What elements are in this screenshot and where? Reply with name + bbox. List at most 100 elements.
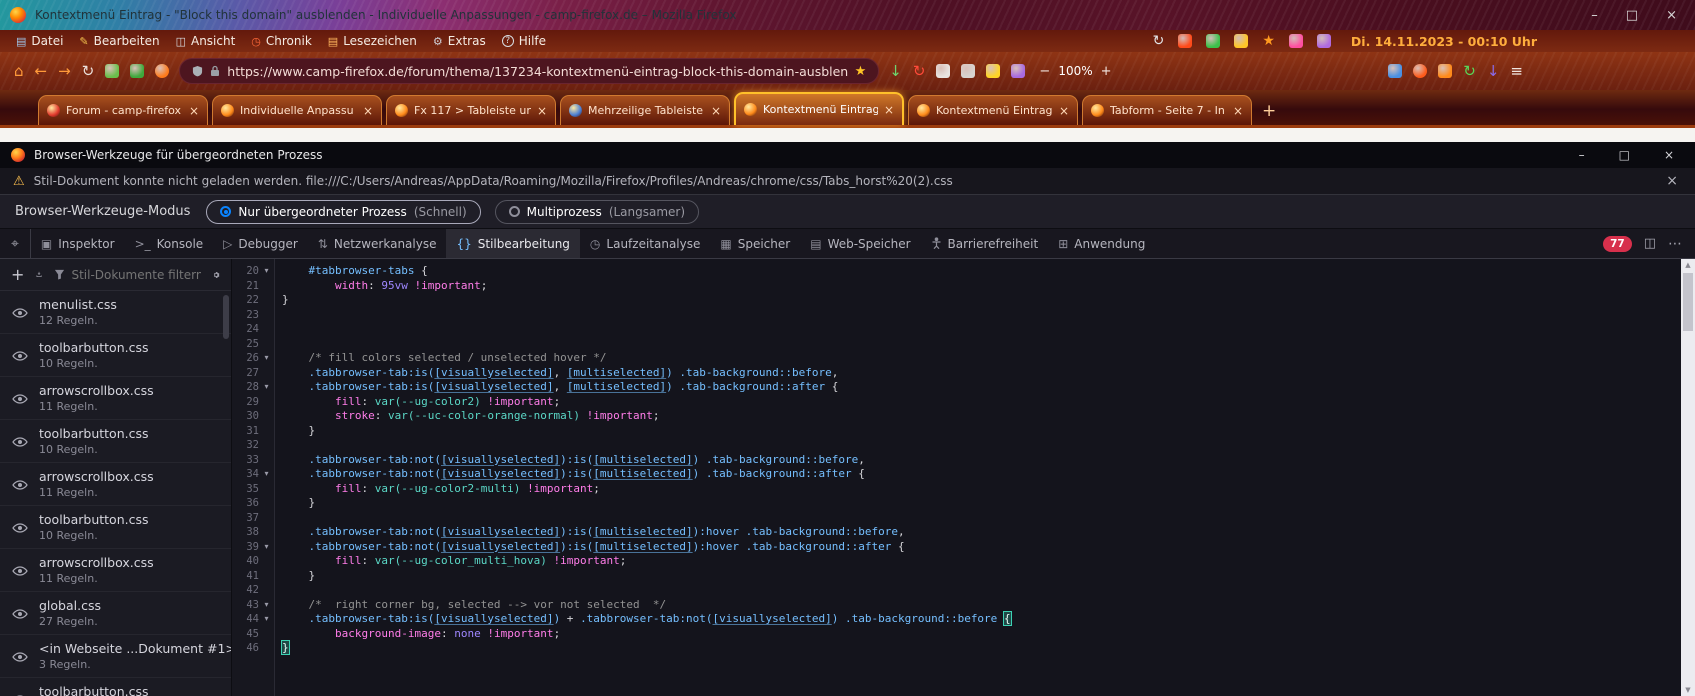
bookmark-star-icon[interactable]: ★	[855, 65, 867, 78]
fold-caret-icon[interactable]: ▾	[259, 540, 274, 555]
fold-caret-icon[interactable]: ▾	[259, 351, 274, 366]
code-text[interactable]: /* fill colors selected / unselected hov…	[274, 351, 607, 366]
stylesheet-item[interactable]: toolbarbutton.css10 Regeln.	[0, 334, 231, 377]
code-text[interactable]: fill: var(--ug-color_multi_hova) !import…	[274, 554, 626, 569]
visibility-eye-icon[interactable]	[12, 346, 28, 365]
line-number[interactable]: 28	[232, 380, 259, 395]
toolbox-close-button[interactable]: ×	[1664, 148, 1674, 162]
back-icon[interactable]: ←	[35, 64, 48, 79]
code-text[interactable]	[274, 322, 282, 337]
devtools-tab-konsole[interactable]: >_Konsole	[125, 229, 214, 258]
code-text[interactable]: fill: var(--ug-color2) !important;	[274, 395, 560, 410]
maximize-button[interactable]: □	[1626, 8, 1638, 23]
ratings-star-icon[interactable]: ★	[1262, 34, 1275, 48]
code-text[interactable]: background-image: none !important;	[274, 627, 560, 642]
code-text[interactable]: /* right corner bg, selected --> vor not…	[274, 598, 666, 613]
urlbar[interactable]: https://www.camp-firefox.de/forum/thema/…	[179, 58, 879, 84]
devtools-tab-anwendung[interactable]: ⊞Anwendung	[1048, 229, 1155, 258]
fold-caret-icon[interactable]: ▾	[259, 467, 274, 482]
code-text[interactable]: .tabbrowser-tab:not([visuallyselected]):…	[274, 467, 865, 482]
line-number[interactable]: 35	[232, 482, 259, 497]
tab-close-icon[interactable]: ×	[884, 103, 894, 117]
line-number[interactable]: 34	[232, 467, 259, 482]
code-text[interactable]: stroke: var(--uc-color-orange-normal) !i…	[274, 409, 660, 424]
code-text[interactable]	[274, 583, 282, 598]
stylesheet-item[interactable]: global.css27 Regeln.	[0, 592, 231, 635]
stylesheet-item[interactable]: toolbarbutton.css10 Regeln.	[0, 506, 231, 549]
container-fox-icon[interactable]	[155, 64, 169, 78]
code-text[interactable]: }	[274, 424, 315, 439]
fold-caret-icon[interactable]: ▾	[259, 380, 274, 395]
line-number[interactable]: 33	[232, 453, 259, 468]
code-editor[interactable]: 20 ▾ #tabbrowser-tabs { 21 width: 95vw !im…	[232, 259, 1695, 696]
fold-caret-icon[interactable]: ▾	[259, 612, 274, 627]
browser-tab[interactable]: Fx 117 > Tableiste unt×	[386, 95, 556, 125]
menu-extras[interactable]: ⚙Extras	[425, 34, 494, 48]
down-arrow-extension-icon[interactable]: ↓	[1487, 64, 1500, 79]
ublock-shield-icon[interactable]	[105, 64, 119, 78]
code-text[interactable]	[274, 337, 282, 352]
error-count-badge[interactable]: 77	[1603, 236, 1632, 252]
line-number[interactable]: 21	[232, 279, 259, 294]
editor-scrollbar-thumb[interactable]	[1683, 273, 1693, 331]
toolbox-minimize-button[interactable]: –	[1579, 148, 1585, 162]
stylesheet-item[interactable]: arrowscrollbox.css11 Regeln.	[0, 377, 231, 420]
users-icon[interactable]	[1317, 34, 1331, 48]
visibility-eye-icon[interactable]	[12, 475, 28, 494]
minimize-button[interactable]: –	[1591, 8, 1598, 23]
stylesheet-item[interactable]: toolbarbutton.css10 Regeln.	[0, 420, 231, 463]
editor-scrollbar[interactable]: ▲ ▼	[1681, 259, 1695, 696]
code-text[interactable]: .tabbrowser-tab:is([visuallyselected]) +…	[274, 612, 1011, 627]
devtools-tab-debugger[interactable]: ▷Debugger	[213, 229, 308, 258]
line-number[interactable]: 36	[232, 496, 259, 511]
code-text[interactable]: #tabbrowser-tabs {	[274, 264, 428, 279]
tab-close-icon[interactable]: ×	[1059, 104, 1069, 118]
refresh-extension-icon[interactable]: ↻	[1463, 64, 1476, 79]
close-button[interactable]: ×	[1666, 8, 1677, 23]
code-text[interactable]: }	[274, 293, 289, 308]
menu-chronik[interactable]: ◷Chronik	[243, 34, 320, 48]
zoom-in-button[interactable]: +	[1101, 64, 1112, 79]
devtools-tab-web-speicher[interactable]: ▤Web-Speicher	[800, 229, 920, 258]
stylesheet-item[interactable]: arrowscrollbox.css11 Regeln.	[0, 463, 231, 506]
visibility-eye-icon[interactable]	[12, 432, 28, 451]
home-icon[interactable]: ⌂	[14, 64, 24, 79]
pick-element-icon[interactable]: ⌖	[0, 229, 31, 258]
line-number[interactable]: 31	[232, 424, 259, 439]
code-text[interactable]: }	[274, 496, 315, 511]
line-number[interactable]: 20	[232, 264, 259, 279]
new-stylesheet-button[interactable]: +	[11, 267, 24, 283]
split-console-icon[interactable]: ◫	[1644, 236, 1656, 251]
visibility-eye-icon[interactable]	[12, 690, 28, 696]
code-text[interactable]: fill: var(--ug-color2-multi) !important;	[274, 482, 600, 497]
warning-close-icon[interactable]: ×	[1666, 173, 1682, 189]
tab-close-icon[interactable]: ×	[537, 104, 547, 118]
downloads-icon[interactable]: ↓	[889, 64, 902, 79]
menu-datei[interactable]: ▤Datei	[8, 34, 71, 48]
tracking-shield-icon[interactable]	[192, 65, 203, 77]
browser-tab[interactable]: Kontextmenü Eintrag×	[734, 92, 904, 125]
fold-caret-icon[interactable]: ▾	[259, 598, 274, 613]
code-text[interactable]: .tabbrowser-tab:not([visuallyselected]):…	[274, 525, 905, 540]
flame-extension-icon[interactable]	[1438, 64, 1452, 78]
visibility-eye-icon[interactable]	[12, 303, 28, 322]
mode-option-multiprozess[interactable]: Multiprozess(Langsamer)	[495, 200, 699, 224]
scroll-down-arrow-icon[interactable]: ▼	[1681, 684, 1695, 696]
line-number[interactable]: 30	[232, 409, 259, 424]
scroll-up-arrow-icon[interactable]: ▲	[1681, 259, 1695, 271]
visibility-eye-icon[interactable]	[12, 389, 28, 408]
code-text[interactable]: .tabbrowser-tab:is([visuallyselected], […	[274, 380, 838, 395]
save-page-icon[interactable]	[986, 64, 1000, 78]
line-number[interactable]: 37	[232, 511, 259, 526]
stylesheet-item[interactable]: menulist.css12 Regeln.	[0, 291, 231, 334]
tab-sync-icon[interactable]: ↻	[913, 64, 926, 79]
code-text[interactable]: width: 95vw !important;	[274, 279, 487, 294]
browser-tab[interactable]: Tabform - Seite 7 - In×	[1082, 95, 1252, 125]
line-number[interactable]: 22	[232, 293, 259, 308]
line-number[interactable]: 23	[232, 308, 259, 323]
devtools-tab-netzwerkanalyse[interactable]: ⇅Netzwerkanalyse	[308, 229, 447, 258]
visibility-eye-icon[interactable]	[12, 561, 28, 580]
sidebar-scrollbar-thumb[interactable]	[223, 295, 229, 339]
mode-option-nur-übergeordneter-prozess[interactable]: Nur übergeordneter Prozess(Schnell)	[206, 200, 480, 224]
meatball-menu-icon[interactable]: ⋯	[1668, 236, 1683, 252]
